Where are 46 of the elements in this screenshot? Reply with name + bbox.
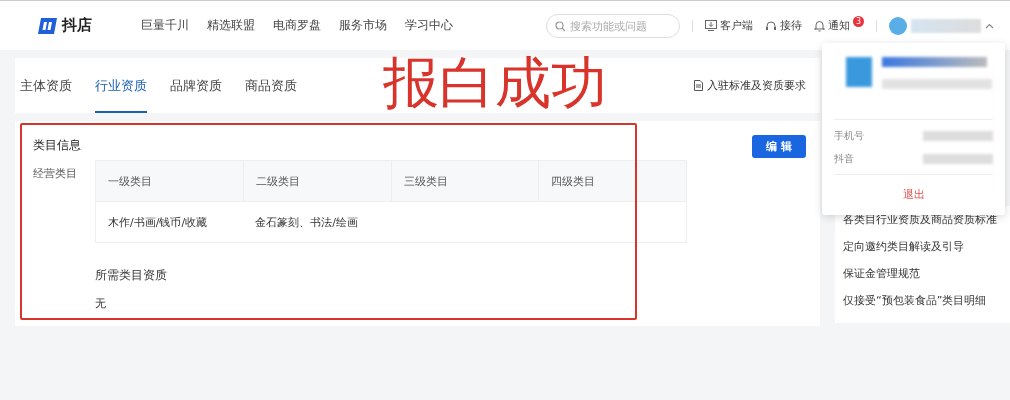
help-link[interactable]: 仅接受“预包装食品”类目明细 (843, 293, 1002, 308)
nav-link[interactable]: 巨量千川 (141, 17, 189, 34)
section-title: 类目信息 (33, 137, 81, 154)
caret-icon[interactable] (985, 22, 994, 29)
menu-label: 手机号 (834, 128, 864, 143)
logout-link[interactable]: 退出 (902, 188, 925, 201)
column-header: 二级类目 (243, 160, 391, 202)
table-cell: 金石篆刻、书法/绘画 (255, 215, 358, 229)
subsection-title: 所需类目资质 (95, 267, 168, 284)
nav-link[interactable]: 学习中心 (405, 17, 453, 34)
search-icon (555, 20, 566, 32)
help-link[interactable]: 定向邀约类目解读及引导 (843, 239, 1002, 254)
column-header: 一级类目 (95, 160, 244, 202)
headset-icon (765, 19, 777, 32)
logo-text: 抖店 (62, 16, 92, 35)
tab[interactable]: 主体资质 (20, 58, 72, 113)
blurred-username (911, 18, 981, 33)
table-cell: 木作/书画/钱币/收藏 (108, 215, 208, 229)
header-tool-link[interactable]: 通知 3 (814, 18, 864, 33)
header-tool-link[interactable]: 客户端 (705, 18, 753, 33)
column-header: 三级类目 (391, 160, 539, 202)
blurred-text (923, 130, 993, 141)
column-header: 四级类目 (538, 160, 687, 202)
avatar[interactable] (889, 16, 907, 35)
standards-link[interactable]: 入驻标准及资质要求 (694, 78, 806, 93)
tab[interactable]: 行业资质 (95, 58, 147, 113)
download-icon (705, 20, 717, 31)
document-icon (694, 80, 703, 91)
header-tool-link[interactable]: 接待 (765, 18, 802, 33)
bell-icon (814, 19, 825, 32)
menu-label: 抖音 (834, 151, 854, 166)
field-label: 经营类目 (33, 166, 78, 182)
nav-link[interactable]: 电商罗盘 (273, 17, 321, 34)
search-field[interactable]: 搜索功能或问题 (546, 13, 680, 38)
edit-button[interactable]: 编 辑 (752, 135, 806, 158)
help-link[interactable]: 保证金管理规范 (843, 266, 1002, 281)
nav-link[interactable]: 服务市场 (339, 17, 387, 34)
annotation-text: 报白成功 (383, 52, 607, 114)
tab[interactable]: 商品资质 (245, 58, 297, 113)
field-value: 无 (95, 296, 107, 311)
tab[interactable]: 品牌资质 (170, 58, 222, 113)
blurred-text (923, 153, 993, 164)
logo-icon (37, 15, 59, 36)
blurred-avatar (846, 57, 872, 87)
notification-badge: 3 (853, 16, 864, 27)
nav-link[interactable]: 精选联盟 (207, 17, 255, 34)
